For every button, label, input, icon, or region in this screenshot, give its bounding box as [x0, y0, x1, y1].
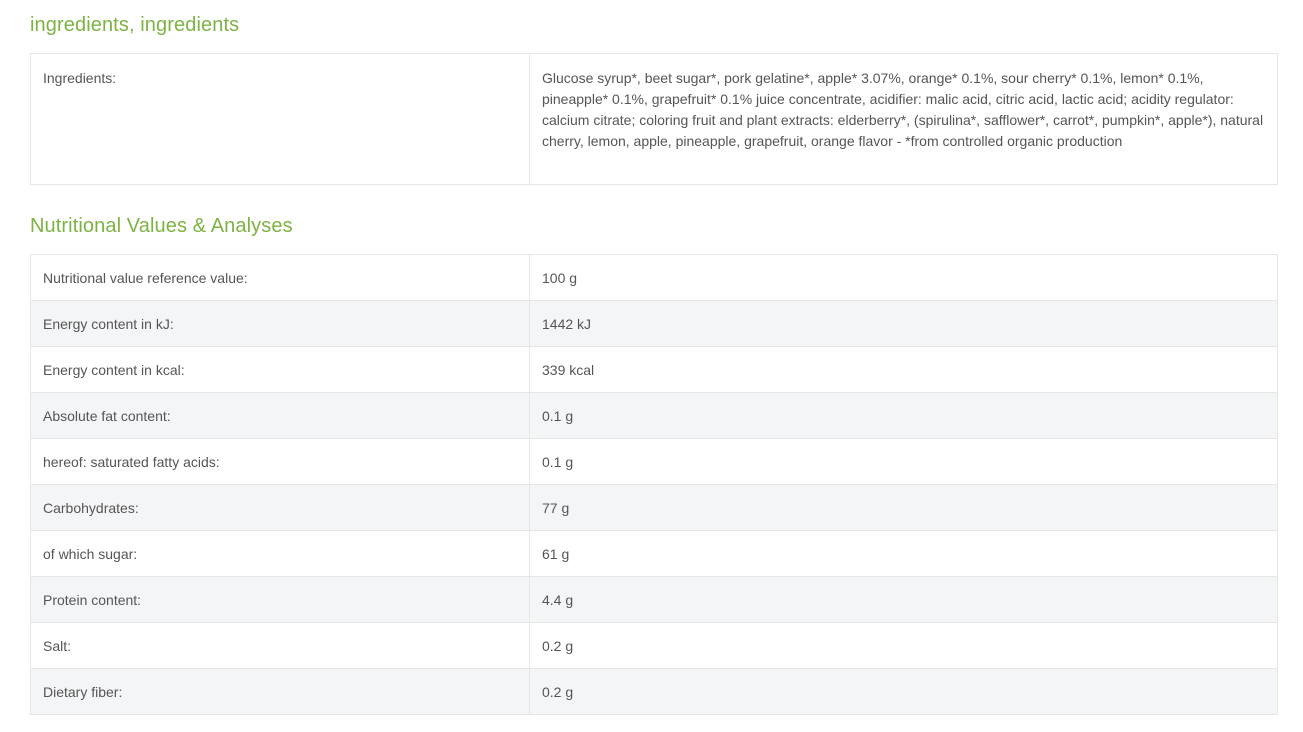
table-row: Dietary fiber: 0.2 g [30, 668, 1278, 715]
nutrition-label: Energy content in kcal: [30, 346, 530, 393]
nutrition-label: of which sugar: [30, 530, 530, 577]
table-row: hereof: saturated fatty acids: 0.1 g [30, 438, 1278, 485]
nutrition-value: 1442 kJ [529, 300, 1278, 347]
nutrition-label: Energy content in kJ: [30, 300, 530, 347]
nutrition-label: Protein content: [30, 576, 530, 623]
table-row: Protein content: 4.4 g [30, 576, 1278, 623]
nutrition-value: 61 g [529, 530, 1278, 577]
nutrition-label: Absolute fat content: [30, 392, 530, 439]
nutrition-value: 0.2 g [529, 668, 1278, 715]
nutrition-label: Salt: [30, 622, 530, 669]
table-row: Salt: 0.2 g [30, 622, 1278, 669]
nutrition-value: 100 g [529, 254, 1278, 301]
nutrition-value: 0.1 g [529, 438, 1278, 485]
nutrition-label: Dietary fiber: [30, 668, 530, 715]
table-row: Nutritional value reference value: 100 g [30, 254, 1278, 301]
nutrition-label: hereof: saturated fatty acids: [30, 438, 530, 485]
table-row: Carbohydrates: 77 g [30, 484, 1278, 531]
nutrition-label: Carbohydrates: [30, 484, 530, 531]
ingredients-heading: ingredients, ingredients [30, 14, 240, 36]
table-row: Ingredients: Glucose syrup*, beet sugar*… [30, 53, 1278, 185]
table-row: Energy content in kcal: 339 kcal [30, 346, 1278, 393]
ingredients-label: Ingredients: [30, 53, 530, 185]
nutrition-value: 0.1 g [529, 392, 1278, 439]
nutrition-value: 77 g [529, 484, 1278, 531]
table-row: of which sugar: 61 g [30, 530, 1278, 577]
nutrition-label: Nutritional value reference value: [30, 254, 530, 301]
ingredients-value: Glucose syrup*, beet sugar*, pork gelati… [529, 53, 1278, 185]
nutrition-value: 0.2 g [529, 622, 1278, 669]
nutrition-heading: Nutritional Values & Analyses [30, 215, 293, 237]
table-row: Absolute fat content: 0.1 g [30, 392, 1278, 439]
nutrition-value: 339 kcal [529, 346, 1278, 393]
table-row: Energy content in kJ: 1442 kJ [30, 300, 1278, 347]
ingredients-table: Ingredients: Glucose syrup*, beet sugar*… [30, 53, 1278, 185]
nutrition-value: 4.4 g [529, 576, 1278, 623]
nutrition-table: Nutritional value reference value: 100 g… [30, 254, 1278, 715]
